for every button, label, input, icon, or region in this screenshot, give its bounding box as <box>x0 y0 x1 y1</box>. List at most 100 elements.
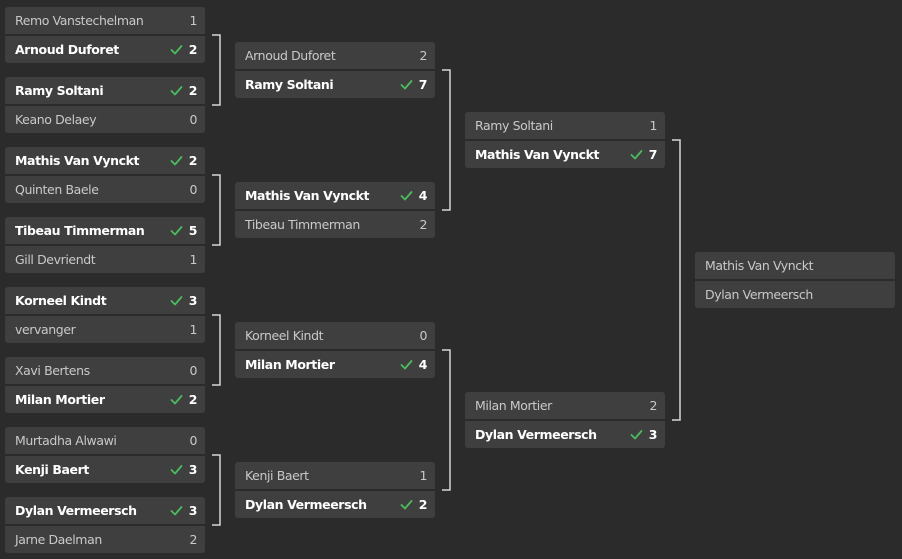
player-row-winner[interactable]: Dylan Vermeersch 3 <box>465 419 665 446</box>
check-icon <box>170 226 183 236</box>
player-row[interactable]: Kenji Baert 1 <box>235 462 435 489</box>
player-name: Keano Delaey <box>15 112 97 127</box>
check-icon <box>630 430 643 440</box>
check-icon <box>170 296 183 306</box>
player-score: 1 <box>419 468 427 483</box>
player-row[interactable]: Tibeau Timmerman 2 <box>235 209 435 236</box>
player-row-winner[interactable]: Dylan Vermeersch 3 <box>5 497 205 524</box>
player-name: Kenji Baert <box>15 462 89 477</box>
player-name: Mathis Van Vynckt <box>15 153 140 168</box>
player-score: 0 <box>189 363 197 378</box>
match-card[interactable]: Ramy Soltani 2 Keano Delaey 0 <box>5 77 205 133</box>
player-row-winner[interactable]: Mathis Van Vynckt 7 <box>465 139 665 166</box>
player-row[interactable]: Quinten Baele 0 <box>5 174 205 201</box>
player-name: Quinten Baele <box>15 182 99 197</box>
match-card[interactable]: Kenji Baert 1 Dylan Vermeersch 2 <box>235 462 435 518</box>
player-row-winner[interactable]: Dylan Vermeersch 2 <box>235 489 435 516</box>
player-name: Korneel Kindt <box>15 293 107 308</box>
player-name: Tibeau Timmerman <box>245 217 360 232</box>
match-card[interactable]: Dylan Vermeersch 3 Jarne Daelman 2 <box>5 497 205 553</box>
player-row[interactable]: Xavi Bertens 0 <box>5 357 205 384</box>
player-score: 2 <box>188 153 198 168</box>
player-row-winner[interactable]: Korneel Kindt 3 <box>5 287 205 314</box>
match-card[interactable]: Arnoud Duforet 2 Ramy Soltani 7 <box>235 42 435 98</box>
player-row[interactable]: Remo Vanstechelman 1 <box>5 7 205 34</box>
check-icon <box>170 156 183 166</box>
player-row[interactable]: Korneel Kindt 0 <box>235 322 435 349</box>
bracket-connector <box>442 69 451 211</box>
player-row[interactable]: Arnoud Duforet 2 <box>235 42 435 69</box>
player-name: Dylan Vermeersch <box>475 427 597 442</box>
match-card[interactable]: Xavi Bertens 0 Milan Mortier 2 <box>5 357 205 413</box>
player-score: 2 <box>188 392 198 407</box>
bracket-connector <box>212 314 221 386</box>
player-name: Milan Mortier <box>475 398 552 413</box>
player-score: 2 <box>649 398 657 413</box>
player-name: Korneel Kindt <box>245 328 324 343</box>
player-row[interactable]: Gill Devriendt 1 <box>5 244 205 271</box>
player-score: 5 <box>188 223 198 238</box>
player-score: 3 <box>188 503 198 518</box>
bracket-connector <box>442 349 451 491</box>
player-score: 1 <box>189 13 197 28</box>
player-score: 0 <box>189 112 197 127</box>
match-card[interactable]: Milan Mortier 2 Dylan Vermeersch 3 <box>465 392 665 448</box>
match-card[interactable]: Ramy Soltani 1 Mathis Van Vynckt 7 <box>465 112 665 168</box>
player-row-winner[interactable]: Ramy Soltani 2 <box>5 77 205 104</box>
match-card[interactable]: Tibeau Timmerman 5 Gill Devriendt 1 <box>5 217 205 273</box>
match-card[interactable]: Mathis Van Vynckt Dylan Vermeersch <box>695 252 895 308</box>
match-card[interactable]: Remo Vanstechelman 1 Arnoud Duforet 2 <box>5 7 205 63</box>
player-name: Milan Mortier <box>245 357 335 372</box>
player-score: 7 <box>648 147 658 162</box>
match-card[interactable]: Mathis Van Vynckt 2 Quinten Baele 0 <box>5 147 205 203</box>
player-row[interactable]: Mathis Van Vynckt <box>695 252 895 279</box>
player-name: Dylan Vermeersch <box>245 497 367 512</box>
player-score: 4 <box>418 188 428 203</box>
player-name: Milan Mortier <box>15 392 105 407</box>
tournament-bracket: Remo Vanstechelman 1 Arnoud Duforet 2 Ramy S… <box>0 0 902 559</box>
player-score: 2 <box>188 42 198 57</box>
player-row-winner[interactable]: Ramy Soltani 7 <box>235 69 435 96</box>
player-row[interactable]: Milan Mortier 2 <box>465 392 665 419</box>
check-icon <box>400 500 413 510</box>
check-icon <box>630 150 643 160</box>
player-row-winner[interactable]: Kenji Baert 3 <box>5 454 205 481</box>
check-icon <box>400 360 413 370</box>
player-name: Murtadha Alwawi <box>15 433 117 448</box>
player-row-winner[interactable]: Mathis Van Vynckt 4 <box>235 182 435 209</box>
check-icon <box>400 80 413 90</box>
player-row[interactable]: Ramy Soltani 1 <box>465 112 665 139</box>
player-row[interactable]: Keano Delaey 0 <box>5 104 205 131</box>
match-card[interactable]: Korneel Kindt 0 Milan Mortier 4 <box>235 322 435 378</box>
player-name: Arnoud Duforet <box>15 42 119 57</box>
player-row-winner[interactable]: Tibeau Timmerman 5 <box>5 217 205 244</box>
player-score: 3 <box>648 427 658 442</box>
player-score: 2 <box>419 217 427 232</box>
player-name: Kenji Baert <box>245 468 309 483</box>
player-row[interactable]: Murtadha Alwawi 0 <box>5 427 205 454</box>
player-row-winner[interactable]: Milan Mortier 4 <box>235 349 435 376</box>
match-card[interactable]: Korneel Kindt 3 vervanger 1 <box>5 287 205 343</box>
player-name: Tibeau Timmerman <box>15 223 145 238</box>
bracket-connector <box>212 34 221 106</box>
player-name: Dylan Vermeersch <box>15 503 137 518</box>
player-name: Jarne Daelman <box>15 532 102 547</box>
player-name: Ramy Soltani <box>245 77 334 92</box>
player-row[interactable]: Jarne Daelman 2 <box>5 524 205 551</box>
player-name: Ramy Soltani <box>15 83 104 98</box>
player-score: 1 <box>189 322 197 337</box>
player-score: 2 <box>418 497 428 512</box>
check-icon <box>400 191 413 201</box>
player-name: Arnoud Duforet <box>245 48 336 63</box>
match-card[interactable]: Mathis Van Vynckt 4 Tibeau Timmerman 2 <box>235 182 435 238</box>
check-icon <box>170 86 183 96</box>
player-score: 1 <box>649 118 657 133</box>
match-card[interactable]: Murtadha Alwawi 0 Kenji Baert 3 <box>5 427 205 483</box>
player-score: 3 <box>188 462 198 477</box>
player-row-winner[interactable]: Milan Mortier 2 <box>5 384 205 411</box>
player-row-winner[interactable]: Arnoud Duforet 2 <box>5 34 205 61</box>
check-icon <box>170 45 183 55</box>
player-row[interactable]: vervanger 1 <box>5 314 205 341</box>
player-row-winner[interactable]: Mathis Van Vynckt 2 <box>5 147 205 174</box>
player-row[interactable]: Dylan Vermeersch <box>695 279 895 306</box>
